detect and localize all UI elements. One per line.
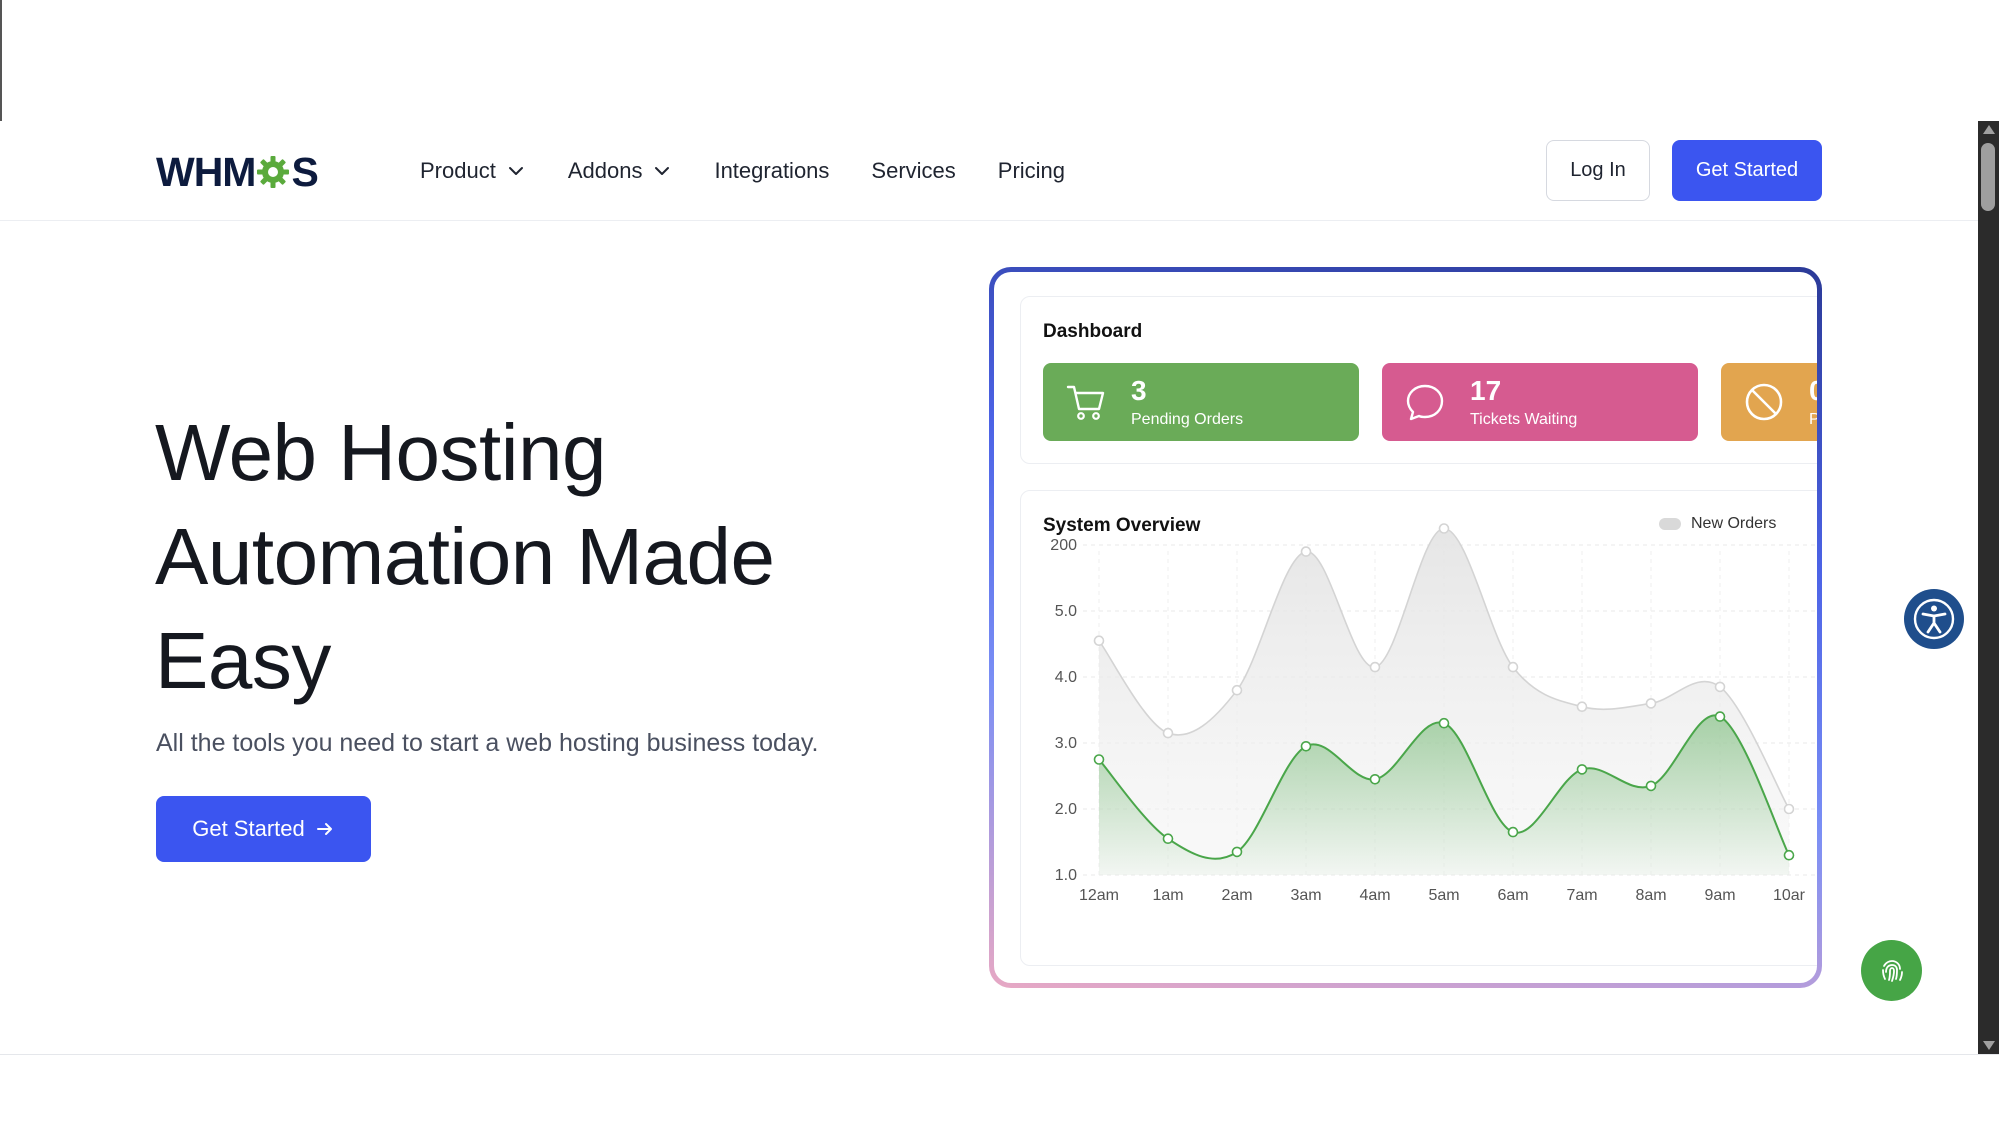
y-tick-label: 1.0 <box>1055 867 1077 884</box>
fingerprint-icon <box>1881 959 1903 982</box>
data-point <box>1231 684 1243 696</box>
get-started-hero-button[interactable]: Get Started <box>156 796 371 862</box>
nav-item-label: Product <box>420 158 496 183</box>
data-point <box>1576 764 1588 775</box>
data-point <box>1507 661 1519 673</box>
data-point <box>1576 701 1588 712</box>
nav-item-product[interactable]: Product <box>420 158 526 184</box>
x-tick-label: 3am <box>1290 887 1321 904</box>
data-point <box>1714 711 1726 722</box>
scroll-up-arrow[interactable] <box>1983 125 1995 134</box>
page-viewport: WHM S Product Addons Integrations Servic… <box>0 121 1999 1054</box>
x-tick-label: 9am <box>1704 887 1735 904</box>
data-point <box>1438 717 1450 729</box>
hero-title-line: Easy <box>155 616 331 705</box>
logo-text-left: WHM <box>156 148 256 195</box>
page-scrollbar[interactable] <box>1978 121 1999 1054</box>
chevron-down-icon <box>655 167 670 175</box>
dashboard-preview-frame: Dashboard 3 Pending Orders 17 Tickets Wa… <box>989 267 1822 988</box>
cart-icon <box>1066 385 1105 420</box>
stat-value: 0 <box>1809 375 1817 406</box>
stat-label: Tickets Waiting <box>1470 411 1578 428</box>
stat-value: 17 <box>1470 375 1502 406</box>
data-point <box>1783 849 1795 861</box>
x-tick-label: 12am <box>1079 887 1119 904</box>
dashboard-card: Dashboard 3 Pending Orders 17 Tickets Wa… <box>1020 296 1817 464</box>
stat-label: P <box>1809 411 1817 428</box>
hero-title-line: Automation Made <box>155 512 775 601</box>
data-point <box>1369 661 1381 673</box>
nav-item-pricing[interactable]: Pricing <box>998 158 1065 184</box>
nav-item-integrations[interactable]: Integrations <box>714 158 829 184</box>
get-started-header-button[interactable]: Get Started <box>1672 140 1822 201</box>
arrow-right-icon <box>316 823 332 835</box>
dashboard-title: Dashboard <box>1043 321 1143 342</box>
data-point <box>1507 826 1519 838</box>
chevron-down-icon <box>508 167 523 175</box>
system-overview-chart: 1.0 2.0 3.0 4.0 5.0 200 12am 1am 2am 3am 4am 5am 6am… <box>1050 523 1817 904</box>
stat-tickets-waiting[interactable]: 17 Tickets Waiting <box>1382 363 1698 441</box>
accessibility-icon <box>1913 598 1955 640</box>
data-point <box>1645 780 1657 792</box>
data-point <box>1231 846 1243 858</box>
x-tick-label: 7am <box>1566 887 1597 904</box>
accessibility-button[interactable] <box>1904 589 1964 649</box>
nav-item-label: Integrations <box>714 158 830 183</box>
gear-icon <box>257 156 290 188</box>
hero-title-line: Web Hosting <box>155 408 607 497</box>
data-point <box>1714 681 1726 693</box>
x-tick-label: 5am <box>1428 887 1459 904</box>
cta-label: Get Started <box>192 816 305 841</box>
x-tick-label: 4am <box>1359 887 1390 904</box>
x-tick-label: 6am <box>1497 887 1528 904</box>
login-button[interactable]: Log In <box>1546 140 1650 201</box>
block-icon <box>1745 383 1783 421</box>
y-tick-label: 4.0 <box>1055 669 1077 686</box>
y-tick-label: 2.0 <box>1055 801 1077 818</box>
x-tick-label: 1am <box>1152 887 1183 904</box>
data-point <box>1093 754 1105 765</box>
data-point <box>1645 698 1657 709</box>
browser-top-area <box>0 0 1999 121</box>
hero-subtitle: All the tools you need to start a web ho… <box>156 729 819 757</box>
nav-item-label: Pricing <box>997 158 1066 183</box>
y-tick-label: 5.0 <box>1055 603 1077 620</box>
scrollbar-thumb[interactable] <box>1981 143 1995 211</box>
nav-item-services[interactable]: Services <box>871 158 955 184</box>
chat-bubble-icon <box>1406 384 1444 421</box>
y-tick-label: 3.0 <box>1055 735 1077 752</box>
main-nav: Product Addons Integrations Services Pri… <box>420 121 1065 221</box>
x-tick-label: 8am <box>1635 887 1666 904</box>
page-below-fold <box>0 1054 1999 1125</box>
data-point <box>1162 833 1174 845</box>
stat-third-partial[interactable]: 0 P <box>1721 363 1817 441</box>
dashboard-preview: Dashboard 3 Pending Orders 17 Tickets Wa… <box>994 272 1817 983</box>
data-point <box>1438 523 1450 534</box>
window-edge <box>0 0 2 121</box>
x-tick-label: 10ar <box>1773 887 1806 904</box>
hero-title: Web Hosting Automation Made Easy <box>155 401 875 713</box>
stat-value: 3 <box>1131 375 1147 406</box>
data-point <box>1783 803 1795 815</box>
data-point <box>1300 741 1312 752</box>
data-point <box>1300 546 1312 557</box>
site-header: WHM S Product Addons Integrations Servic… <box>0 121 1978 221</box>
system-overview-card: System Overview New Orders 1.0 2.0 3.0 4.0 5… <box>1020 490 1817 966</box>
x-tick-label: 2am <box>1221 887 1252 904</box>
stat-pending-orders[interactable]: 3 Pending Orders <box>1043 363 1359 441</box>
data-point <box>1162 727 1174 739</box>
y-tick-label: 200 <box>1050 537 1077 554</box>
fingerprint-button[interactable] <box>1861 940 1922 1001</box>
nav-item-addons[interactable]: Addons <box>568 158 673 184</box>
nav-item-label: Services <box>871 158 956 183</box>
stat-label: Pending Orders <box>1131 411 1244 428</box>
data-point <box>1093 635 1105 646</box>
data-point <box>1369 773 1381 785</box>
logo-text-right: S <box>291 148 318 195</box>
whmcs-logo[interactable]: WHM S <box>156 148 319 195</box>
scroll-down-arrow[interactable] <box>1983 1041 1995 1050</box>
nav-item-label: Addons <box>567 158 643 183</box>
